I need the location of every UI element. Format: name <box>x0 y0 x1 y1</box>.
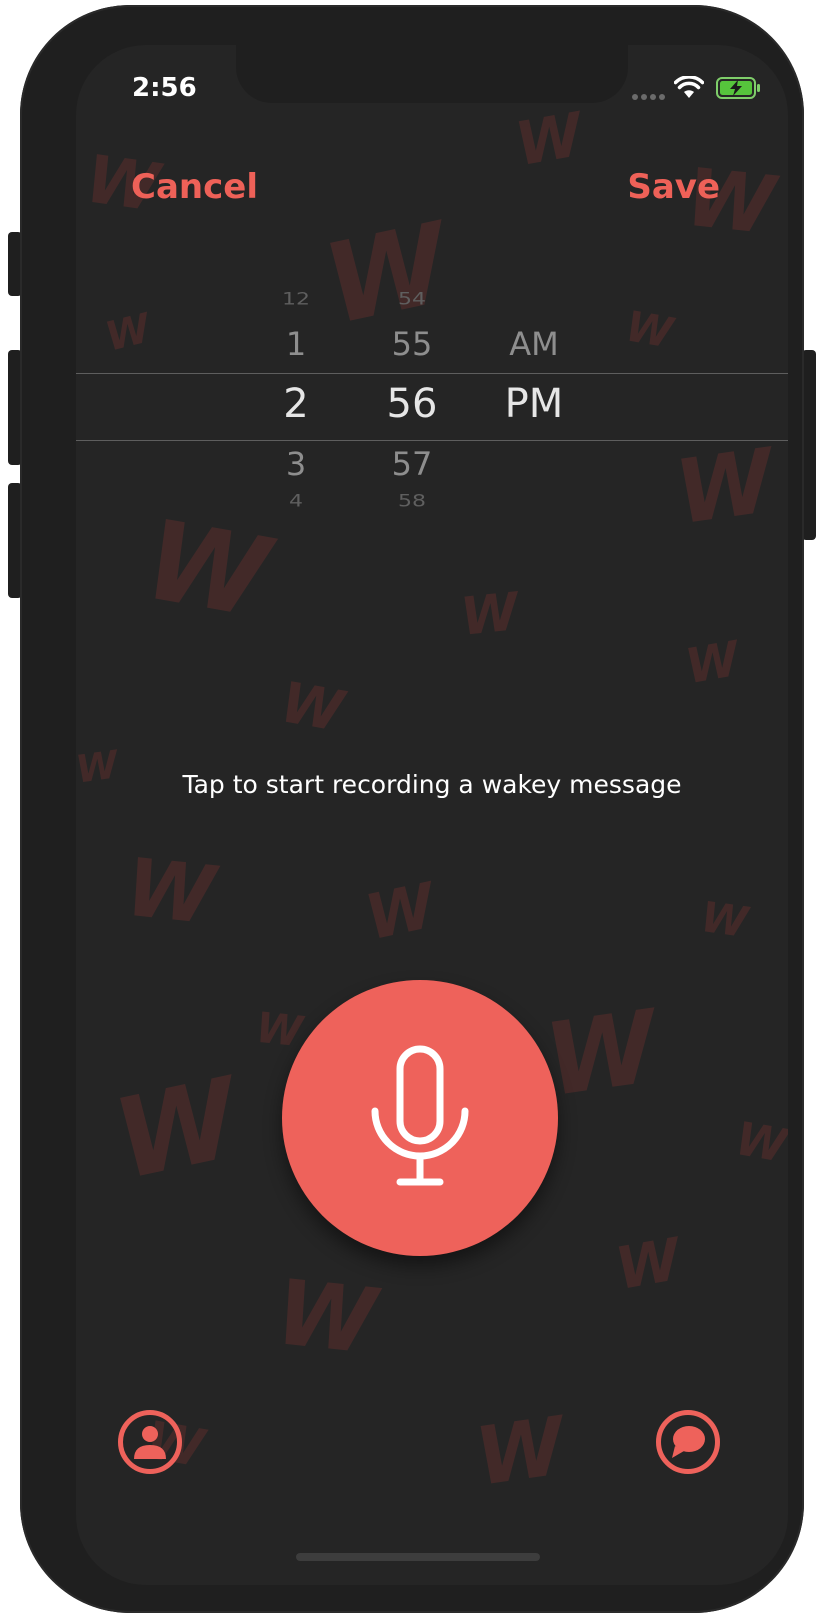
phone-frame: W W W W W W W W W W W W W W W W W W W W … <box>20 5 804 1613</box>
record-button[interactable] <box>282 980 558 1256</box>
minute-option[interactable]: 55 <box>372 325 452 363</box>
minute-option[interactable]: 58 <box>372 492 452 511</box>
hour-option[interactable]: 1 <box>256 325 336 363</box>
notch <box>236 45 628 103</box>
status-time: 2:56 <box>132 73 197 103</box>
recording-prompt: Tap to start recording a wakey message <box>182 770 682 799</box>
minute-option[interactable]: 57 <box>372 445 452 483</box>
power-button <box>802 350 816 540</box>
minute-selected[interactable]: 56 <box>372 381 452 427</box>
cancel-button[interactable]: Cancel <box>131 167 258 207</box>
battery-charging-icon <box>716 77 760 99</box>
home-indicator[interactable] <box>296 1553 540 1561</box>
cellular-signal-icon <box>632 94 665 100</box>
hour-selected[interactable]: 2 <box>256 381 336 427</box>
hour-option[interactable]: 4 <box>256 492 336 511</box>
microphone-icon <box>371 1045 469 1186</box>
minute-option[interactable]: 54 <box>372 290 452 309</box>
hour-option[interactable]: 12 <box>256 290 336 309</box>
period-option[interactable]: AM <box>484 325 584 363</box>
profile-icon <box>134 1426 166 1459</box>
profile-button[interactable] <box>118 1410 182 1474</box>
chat-bubble-icon <box>672 1426 705 1458</box>
save-button[interactable]: Save <box>627 167 720 207</box>
wifi-icon <box>674 76 704 98</box>
hour-option[interactable]: 3 <box>256 445 336 483</box>
time-picker[interactable]: 12 1 2 3 4 54 55 56 57 58 AM PM <box>76 235 788 535</box>
messages-button[interactable] <box>656 1410 720 1474</box>
period-selected[interactable]: PM <box>484 381 584 427</box>
screen: W W W W W W W W W W W W W W W W W W W W … <box>76 45 788 1585</box>
